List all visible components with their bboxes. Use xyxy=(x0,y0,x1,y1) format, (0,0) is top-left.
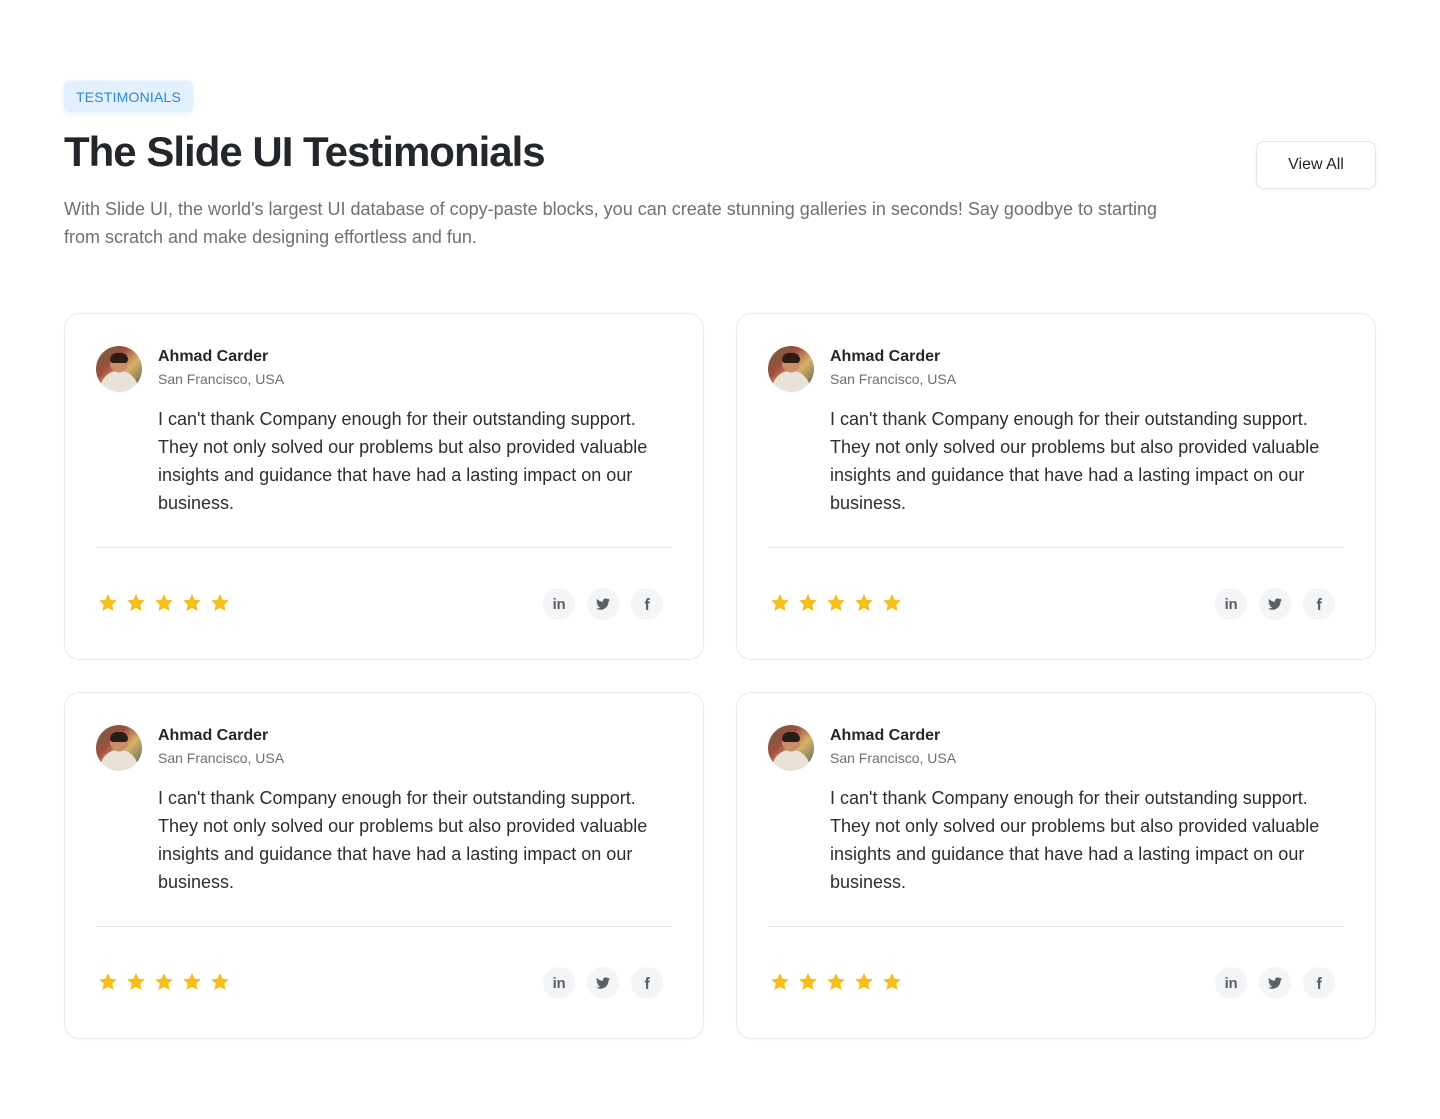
twitter-icon xyxy=(1267,975,1283,991)
twitter-button[interactable] xyxy=(587,588,619,620)
author-name: Ahmad Carder xyxy=(830,348,941,365)
linkedin-button[interactable]: in xyxy=(1215,967,1247,999)
star-icon xyxy=(771,973,789,990)
social-links: in xyxy=(543,588,663,620)
star-icon xyxy=(99,973,117,990)
star-icon xyxy=(127,973,145,990)
social-links: in xyxy=(1215,967,1335,999)
twitter-button[interactable] xyxy=(587,967,619,999)
linkedin-icon: in xyxy=(552,974,566,992)
testimonials-section: TESTIMONIALS The Slide UI Testimonials W… xyxy=(0,0,1440,1119)
facebook-icon xyxy=(640,976,654,990)
star-icon xyxy=(799,594,817,611)
testimonial-quote: I can't thank Company enough for their o… xyxy=(830,409,1320,513)
twitter-icon xyxy=(595,596,611,612)
star-icon xyxy=(883,973,901,990)
facebook-button[interactable] xyxy=(1303,967,1335,999)
testimonial-quote: I can't thank Company enough for their o… xyxy=(830,788,1320,892)
facebook-button[interactable] xyxy=(1303,588,1335,620)
star-icon xyxy=(855,973,873,990)
star-icon xyxy=(827,973,845,990)
star-icon xyxy=(771,594,789,611)
facebook-icon xyxy=(640,597,654,611)
star-icon xyxy=(211,973,229,990)
star-icon xyxy=(155,594,173,611)
testimonial-card: Ahmad Carder San Francisco, USA I can't … xyxy=(736,692,1376,1039)
star-icon xyxy=(827,594,845,611)
facebook-icon xyxy=(1312,976,1326,990)
divider xyxy=(768,547,1344,548)
facebook-icon xyxy=(1312,597,1326,611)
linkedin-icon: in xyxy=(552,595,566,613)
star-rating xyxy=(769,971,903,993)
author-location: San Francisco, USA xyxy=(158,750,285,766)
twitter-button[interactable] xyxy=(1259,967,1291,999)
testimonial-quote: I can't thank Company enough for their o… xyxy=(158,788,648,892)
twitter-icon xyxy=(1267,596,1283,612)
avatar xyxy=(768,725,814,771)
social-links: in xyxy=(543,967,663,999)
linkedin-icon: in xyxy=(1224,974,1238,992)
star-icon xyxy=(99,594,117,611)
divider xyxy=(96,547,672,548)
view-all-button[interactable]: View All xyxy=(1256,141,1376,189)
star-icon xyxy=(127,594,145,611)
linkedin-button[interactable]: in xyxy=(543,588,575,620)
star-icon xyxy=(183,594,201,611)
star-icon xyxy=(211,594,229,611)
twitter-icon xyxy=(595,975,611,991)
page-subtitle: With Slide UI, the world's largest UI da… xyxy=(64,199,1158,247)
page-title: The Slide UI Testimonials xyxy=(64,128,546,175)
star-icon xyxy=(183,973,201,990)
star-icon xyxy=(855,594,873,611)
testimonials-grid: Ahmad Carder San Francisco, USA I can't … xyxy=(64,313,1376,1039)
social-links: in xyxy=(1215,588,1335,620)
author-name: Ahmad Carder xyxy=(830,727,941,744)
star-icon xyxy=(883,594,901,611)
star-rating xyxy=(97,971,231,993)
twitter-button[interactable] xyxy=(1259,588,1291,620)
author-name: Ahmad Carder xyxy=(158,348,269,365)
author-location: San Francisco, USA xyxy=(830,371,957,387)
star-icon xyxy=(799,973,817,990)
testimonial-card: Ahmad Carder San Francisco, USA I can't … xyxy=(736,313,1376,660)
testimonial-card: Ahmad Carder San Francisco, USA I can't … xyxy=(64,692,704,1039)
linkedin-icon: in xyxy=(1224,595,1238,613)
linkedin-button[interactable]: in xyxy=(543,967,575,999)
star-rating xyxy=(769,592,903,614)
divider xyxy=(96,926,672,927)
facebook-button[interactable] xyxy=(631,588,663,620)
linkedin-button[interactable]: in xyxy=(1215,588,1247,620)
star-icon xyxy=(155,973,173,990)
avatar xyxy=(768,346,814,392)
author-location: San Francisco, USA xyxy=(830,750,957,766)
facebook-button[interactable] xyxy=(631,967,663,999)
testimonial-card: Ahmad Carder San Francisco, USA I can't … xyxy=(64,313,704,660)
testimonial-quote: I can't thank Company enough for their o… xyxy=(158,409,648,513)
star-rating xyxy=(97,592,231,614)
divider xyxy=(768,926,1344,927)
section-badge: TESTIMONIALS xyxy=(64,81,194,112)
avatar xyxy=(96,346,142,392)
author-name: Ahmad Carder xyxy=(158,727,269,744)
avatar xyxy=(96,725,142,771)
author-location: San Francisco, USA xyxy=(158,371,285,387)
